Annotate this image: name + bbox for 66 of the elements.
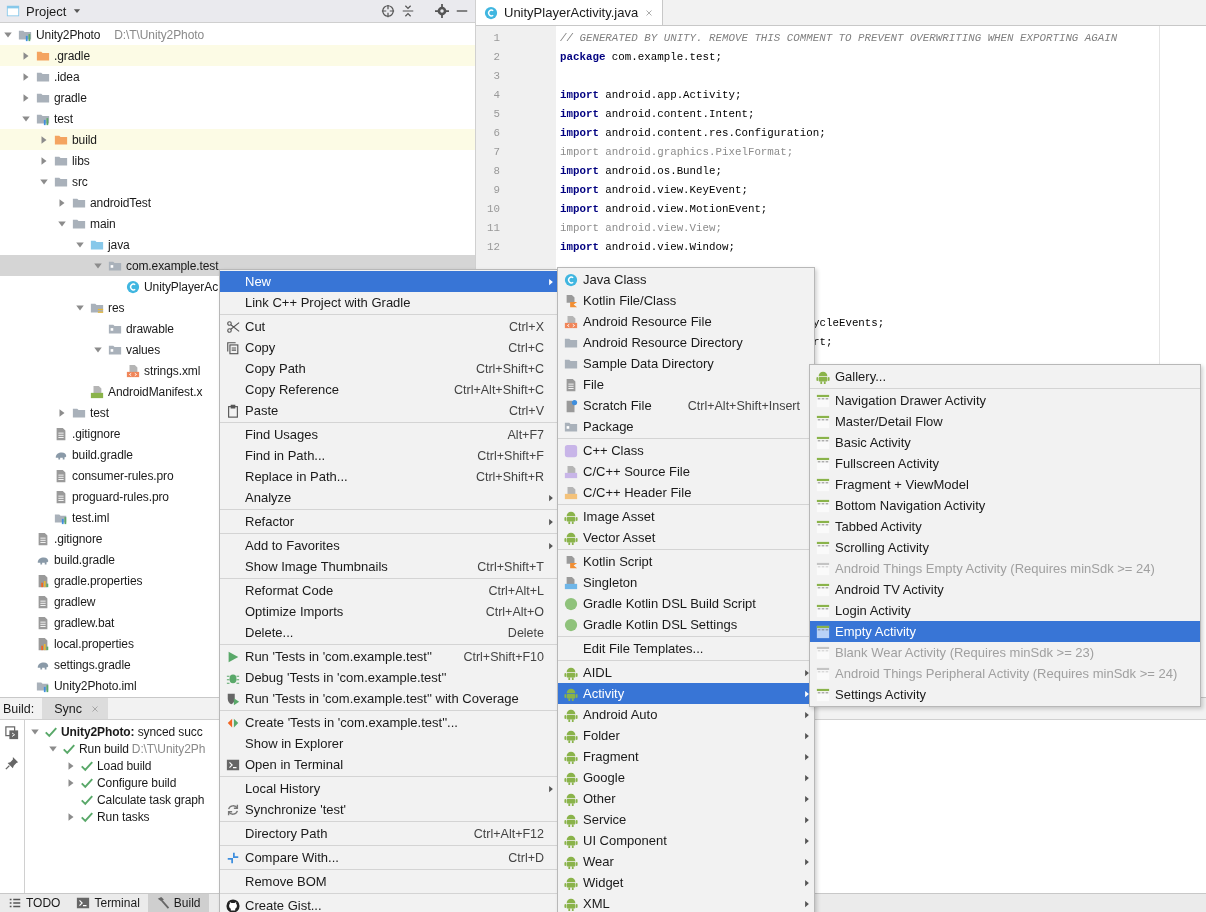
item-label: test [54, 111, 73, 126]
item-label: AndroidManifest.x [108, 384, 203, 399]
item-label: libs [72, 153, 90, 168]
line-number: 2 [492, 50, 500, 63]
code-line: import android.content.res.Configuration; [560, 126, 826, 139]
code-line: import android.app.Activity; [560, 88, 742, 101]
item-label: java [108, 237, 130, 252]
item-label: com.example.test [126, 258, 219, 273]
item-label: settings.gradle [54, 657, 131, 672]
line-number: 10 [486, 202, 500, 215]
build-step: Load build [97, 758, 152, 773]
item-label: gradlew.bat [54, 615, 115, 630]
code-line: rt; [813, 335, 833, 348]
code-line: ycleEvents; [813, 316, 885, 329]
code-line: import android.graphics.PixelFormat; [560, 145, 794, 158]
item-label: test [90, 405, 109, 420]
line-number: 3 [492, 69, 500, 82]
item-label: .gradle [54, 48, 90, 63]
item-label: .gitignore [54, 531, 103, 546]
item-label: proguard-rules.pro [72, 489, 169, 504]
code-line: package com.example.test; [560, 50, 722, 63]
item-label: build [72, 132, 97, 147]
item-label: main [90, 216, 116, 231]
item-label: .gitignore [72, 426, 121, 441]
item-label: build.gradle [72, 447, 133, 462]
code-line: import android.content.Intent; [560, 107, 755, 120]
build-step: Configure build [97, 775, 177, 790]
build-step: Calculate task graph [97, 792, 205, 807]
code-line: import android.view.View; [560, 221, 722, 234]
code-line: // GENERATED BY UNITY. REMOVE THIS COMMENT TO PREVENT OVERWRITING WHEN EXPORTING AGAIN [560, 31, 1118, 44]
code-line: import android.os.Bundle; [560, 164, 722, 177]
item-label: gradle [54, 90, 87, 105]
item-label: consumer-rules.pro [72, 468, 174, 483]
code-line: import android.view.Window; [560, 240, 735, 253]
line-number: 7 [492, 145, 500, 158]
item-label: test.iml [72, 510, 110, 525]
item-path: D:\T\Unity2Ph [131, 741, 206, 756]
item-label: src [72, 174, 88, 189]
item-label: Unity2Photo.iml [54, 678, 137, 693]
item-label: gradlew [54, 594, 96, 609]
line-number: 8 [492, 164, 500, 177]
item-label: androidTest [90, 195, 151, 210]
item-label: build.gradle [54, 552, 115, 567]
line-number: 6 [492, 126, 500, 139]
code-line: import android.view.KeyEvent; [560, 183, 748, 196]
item-label: res [108, 300, 125, 315]
panel-label: Build: [2, 700, 36, 718]
build-step: Run tasks [97, 809, 150, 824]
code-line: import android.view.MotionEvent; [560, 202, 768, 215]
line-number: 5 [492, 107, 500, 120]
line-number: 1 [492, 31, 500, 44]
item-label: UnityPlayerAc [144, 279, 219, 294]
build-step: Unity2Photo: synced succ [61, 724, 203, 739]
item-path: D:\T\Unity2Photo [114, 27, 205, 42]
item-label: .idea [54, 69, 80, 84]
line-number: 11 [486, 221, 500, 234]
item-label: drawable [126, 321, 174, 336]
item-label: Unity2Photo [36, 27, 101, 42]
item-label: gradle.properties [54, 573, 143, 588]
line-number: 4 [492, 88, 500, 101]
item-label: values [126, 342, 161, 357]
item-label: strings.xml [144, 363, 201, 378]
item-label: local.properties [54, 636, 134, 651]
line-number: 12 [486, 240, 500, 253]
line-number: 9 [492, 183, 500, 196]
build-step: Run build [79, 741, 129, 756]
